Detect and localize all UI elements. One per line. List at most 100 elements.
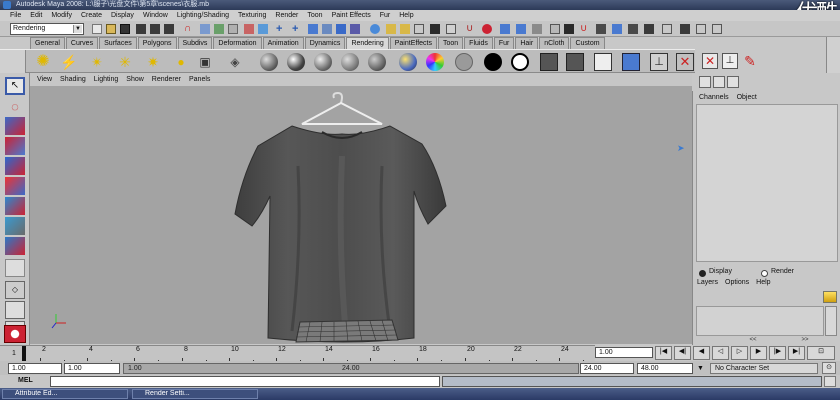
layer-menu-layers[interactable]: Layers	[697, 279, 718, 289]
go-to-start-button[interactable]: |◀	[655, 346, 672, 360]
select-hierarchy-icon[interactable]	[136, 24, 146, 34]
viewport-menu-lighting[interactable]: Lighting	[94, 73, 119, 86]
taskbar-item-render-settings[interactable]: Render Setti...	[132, 389, 258, 399]
menu-set-dropdown[interactable]: Rendering ▼	[10, 23, 84, 35]
tab-animation[interactable]: Animation	[262, 37, 304, 49]
point-light-icon[interactable]: ✴	[88, 53, 106, 71]
ipr-render-icon[interactable]	[414, 24, 424, 34]
menu-window[interactable]: Window	[143, 10, 168, 21]
magnet-icon[interactable]: ∪	[580, 24, 590, 34]
display-radio[interactable]	[699, 270, 706, 277]
menu-texturing[interactable]: Texturing	[238, 10, 266, 21]
menu-file[interactable]: File	[10, 10, 21, 21]
tab-surfaces[interactable]: Surfaces	[99, 37, 137, 49]
menu-lighting-shading[interactable]: Lighting/Shading	[177, 10, 229, 21]
pane-arrow-icon[interactable]: ➤	[677, 144, 689, 153]
batch-render-icon[interactable]: ⊥	[650, 53, 668, 71]
layer-menu-options[interactable]: Options	[725, 279, 749, 289]
perspective-viewport[interactable]	[30, 86, 692, 344]
snap-magnet-icon[interactable]: ∩	[184, 24, 194, 34]
render-frame-icon[interactable]	[400, 24, 410, 34]
chevron-down-icon[interactable]: ▼	[697, 363, 707, 374]
input-field-icon[interactable]	[446, 24, 456, 34]
snap-grid-icon[interactable]	[308, 24, 318, 34]
mask-icon-2[interactable]	[214, 24, 224, 34]
snap-surface-icon[interactable]	[350, 24, 360, 34]
save-scene-icon[interactable]	[120, 24, 130, 34]
camera-icon-2[interactable]	[516, 24, 526, 34]
blinn-material-icon[interactable]	[287, 53, 305, 71]
mask-icon-5[interactable]	[258, 24, 268, 34]
tab-rendering[interactable]: Rendering	[346, 37, 389, 49]
phong-material-icon[interactable]	[314, 53, 332, 71]
construction-history-icon[interactable]	[482, 24, 492, 34]
hypershade-window-icon[interactable]	[566, 53, 584, 71]
attribute-editor-toggle-icon[interactable]	[712, 24, 722, 34]
menu-edit[interactable]: Edit	[30, 10, 42, 21]
four-view-layout-icon[interactable]	[5, 301, 25, 319]
end-time-field[interactable]: 48.00	[637, 363, 693, 374]
render-radio[interactable]	[761, 270, 768, 277]
render-icon[interactable]	[596, 24, 606, 34]
command-input[interactable]	[50, 376, 440, 387]
select-object-icon[interactable]	[150, 24, 160, 34]
shelf-scrollbar[interactable]	[826, 37, 840, 73]
camera-icon[interactable]: ▣	[196, 53, 214, 71]
hypershade-icon[interactable]	[628, 24, 638, 34]
channel-box-layout-icon-1[interactable]	[699, 76, 711, 88]
brush-icon[interactable]: ✎	[742, 53, 758, 69]
range-bar[interactable]: 1.00 24.00	[123, 363, 579, 374]
directional-light-icon[interactable]: ⚡	[60, 53, 78, 71]
ipr-icon[interactable]	[612, 24, 622, 34]
time-slider-track[interactable]: 2 4 6 8 10 12 14 16 18 20 22 24	[26, 346, 592, 362]
menu-create[interactable]: Create	[81, 10, 102, 21]
tab-general[interactable]: General	[30, 37, 65, 49]
step-forward-frame-button[interactable]: ▶	[750, 346, 767, 360]
render-view-window-icon[interactable]	[594, 53, 612, 71]
cancel-batch-render-icon[interactable]: ✕	[676, 53, 694, 71]
menu-paint-effects[interactable]: Paint Effects	[332, 10, 371, 21]
layer-scroll-left-arrows[interactable]: <<	[723, 337, 783, 343]
create-render-node-icon[interactable]	[540, 53, 558, 71]
mask-icon-4[interactable]	[244, 24, 254, 34]
select-tool-icon[interactable]: ↖	[5, 77, 25, 95]
layer-list[interactable]	[696, 306, 824, 336]
tab-painteffects[interactable]: PaintEffects	[389, 37, 437, 49]
tab-polygons[interactable]: Polygons	[137, 37, 177, 49]
tab-curves[interactable]: Curves	[65, 37, 99, 49]
taskbar-item-attribute-editor[interactable]: Attribute Ed...	[2, 389, 128, 399]
snap-curve-icon[interactable]	[322, 24, 332, 34]
delete-icon[interactable]: ✕	[702, 53, 718, 69]
layered-shader-icon[interactable]	[399, 53, 417, 71]
outliner-icon[interactable]	[644, 24, 654, 34]
lasso-tool-icon[interactable]: ◌	[5, 98, 25, 116]
menu-help[interactable]: Help	[399, 10, 413, 21]
shading-map-icon[interactable]	[511, 53, 529, 71]
playback-extra-button[interactable]: ⊡	[807, 346, 835, 360]
last-tool-icon[interactable]	[5, 259, 25, 277]
script-editor-icon[interactable]	[824, 376, 836, 387]
tab-fluids[interactable]: Fluids	[464, 37, 493, 49]
ambient-light-icon[interactable]: ✺	[34, 53, 52, 71]
time-slider[interactable]: 1 2 4 6 8 10 12 14 16 18 20 22 24	[0, 345, 595, 362]
tab-deformation[interactable]: Deformation	[213, 37, 262, 49]
step-back-frame-button[interactable]: ◀	[693, 346, 710, 360]
mask-icon-1[interactable]	[200, 24, 210, 34]
channel-box-menu-channels[interactable]: Channels	[699, 93, 729, 103]
tab-custom[interactable]: Custom	[570, 37, 605, 49]
phong-e-material-icon[interactable]	[341, 53, 359, 71]
show-tool-settings-icon[interactable]	[564, 24, 574, 34]
play-forwards-button[interactable]: ▷	[731, 346, 748, 360]
tab-hair[interactable]: Hair	[515, 37, 539, 49]
snap-point-icon[interactable]	[336, 24, 346, 34]
snap-toggle-icon[interactable]: ∪	[466, 24, 476, 34]
playback-end-field[interactable]: 24.00	[580, 363, 634, 374]
render-settings-icon[interactable]	[430, 24, 440, 34]
ramp-shader-icon[interactable]	[426, 53, 444, 71]
menu-modify[interactable]: Modify	[51, 10, 72, 21]
spot-light-icon[interactable]: ✳	[116, 53, 134, 71]
anisotropic-material-icon[interactable]	[368, 53, 386, 71]
channel-box-layout-icon-2[interactable]	[713, 76, 725, 88]
layer-list-scrollbar[interactable]	[825, 306, 837, 336]
paint-select-tool-icon[interactable]	[5, 117, 25, 135]
